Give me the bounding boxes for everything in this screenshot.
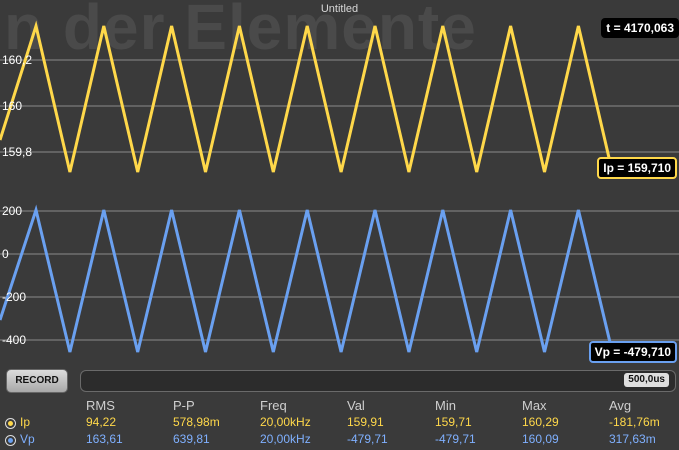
ip-rms: 94,22	[86, 415, 117, 429]
vp-radio-button[interactable]	[5, 435, 16, 446]
stats-header: Max	[522, 398, 547, 413]
scope-window: n der Elemente Untitled 160,2 160 159,8 …	[0, 0, 679, 450]
vp-y-tick: 0	[2, 247, 9, 261]
ip-min: 159,71	[435, 415, 472, 429]
stats-header: Min	[435, 398, 456, 413]
ip-avg: -181,76m	[609, 415, 660, 429]
vp-y-tick: -400	[2, 333, 27, 347]
vp-waveform	[0, 204, 614, 353]
ip-y-tick: 160,2	[2, 53, 33, 67]
vp-val: -479,71	[347, 432, 388, 446]
stats-header: Val	[347, 398, 365, 413]
stats-header: P-P	[173, 398, 195, 413]
vp-min: -479,71	[435, 432, 476, 446]
time-readout: t = 4170,063	[601, 18, 679, 38]
ip-row-name: Ip	[20, 415, 31, 429]
vp-readout[interactable]: Vp = -479,710	[588, 341, 677, 363]
ip-radio-button[interactable]	[5, 418, 16, 429]
vp-max: 160,09	[522, 432, 559, 446]
vp-y-tick: 200	[2, 204, 23, 218]
ip-readout[interactable]: Ip = 159,710	[597, 157, 677, 179]
ip-waveform	[0, 20, 614, 173]
vp-pp: 639,81	[173, 432, 210, 446]
record-button[interactable]: RECORD	[6, 369, 68, 393]
ip-y-tick: 159,8	[2, 145, 33, 159]
vp-row-name: Vp	[20, 432, 35, 446]
vp-y-tick: -200	[2, 290, 27, 304]
timebase-field[interactable]: 500,0us	[624, 373, 669, 387]
stats-header: RMS	[86, 398, 115, 413]
stats-header: Freq	[260, 398, 287, 413]
ip-y-tick: 160	[2, 99, 23, 113]
ip-pp: 578,98m	[173, 415, 220, 429]
stats-table: RMS P-P Freq Val Min Max Avg Ip 94,22 57…	[0, 398, 679, 450]
stats-header: Avg	[609, 398, 632, 413]
vp-rms: 163,61	[86, 432, 123, 446]
vp-freq: 20,00kHz	[260, 432, 311, 446]
ip-max: 160,29	[522, 415, 559, 429]
timeline-scrubber[interactable]: 500,0us	[80, 370, 676, 392]
ip-val: 159,91	[347, 415, 384, 429]
ip-freq: 20,00kHz	[260, 415, 311, 429]
vp-avg: 317,63m	[609, 432, 656, 446]
